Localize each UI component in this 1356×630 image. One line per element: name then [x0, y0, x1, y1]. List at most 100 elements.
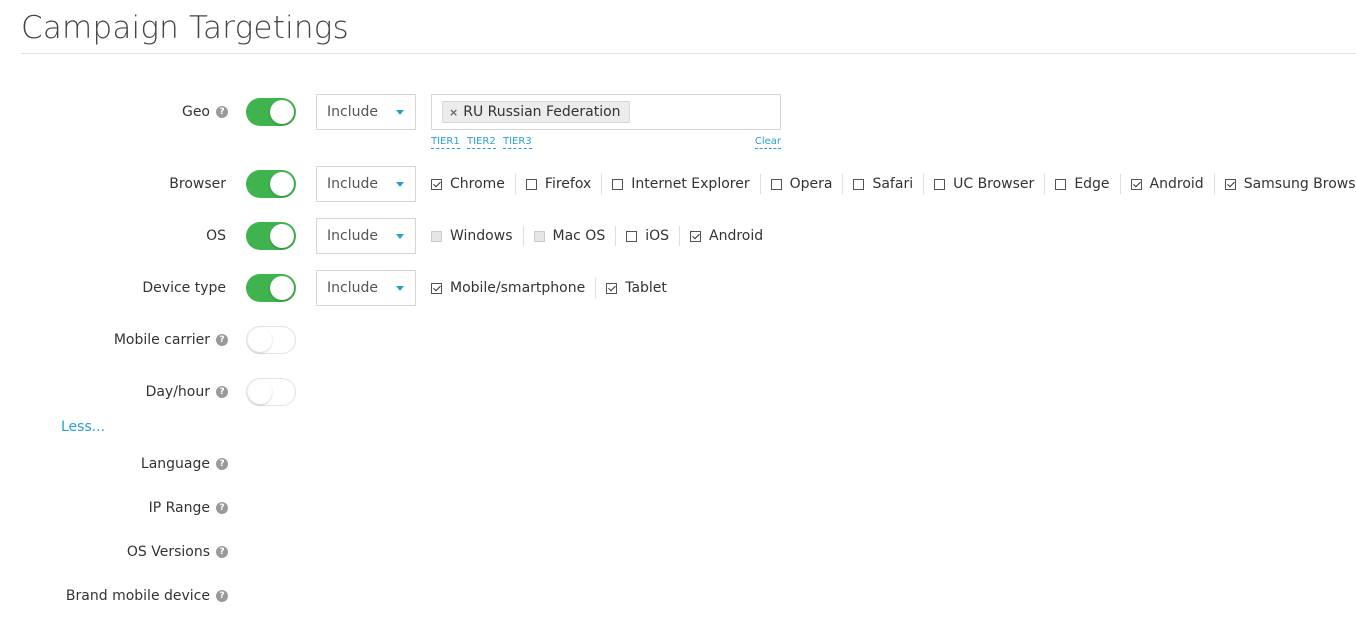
question-circle-icon[interactable]: ? — [216, 386, 228, 398]
checkbox[interactable] — [431, 230, 442, 242]
title-divider — [21, 53, 1356, 54]
geo-tag-input[interactable]: × RU Russian Federation — [431, 94, 781, 130]
question-circle-icon[interactable]: ? — [216, 106, 228, 118]
question-circle-icon[interactable]: ? — [216, 546, 228, 558]
option-label: Safari — [872, 176, 914, 192]
tier3-link[interactable]: TIER3 — [503, 136, 532, 149]
day-hour-row: Day/hour ? — [0, 374, 1356, 410]
checkbox[interactable] — [1224, 178, 1236, 190]
geo-label: Geo ? — [182, 94, 228, 130]
os-label-text: OS — [206, 228, 226, 244]
caret-down-icon — [396, 182, 404, 187]
campaign-targetings-page: Campaign Targetings Geo ? Include × RU R… — [0, 0, 1356, 630]
toggle-knob — [248, 328, 272, 352]
browser-label-text: Browser — [169, 176, 226, 192]
day-hour-label-text: Day/hour — [145, 384, 210, 400]
device-option-mobile-smartphone[interactable]: Mobile/smartphone — [431, 278, 595, 298]
question-circle-icon[interactable]: ? — [216, 458, 228, 470]
checkbox[interactable] — [934, 178, 946, 190]
geo-mode-value: Include — [327, 104, 378, 120]
geo-label-text: Geo — [181, 104, 210, 120]
os-options: Windows Mac OS iOS Android — [431, 218, 773, 254]
browser-option-safari[interactable]: Safari — [842, 174, 923, 194]
os-mode-value: Include — [327, 228, 378, 244]
os-row: OS Include Windows Mac OS iOS Android — [0, 218, 1356, 254]
checkbox[interactable] — [431, 178, 442, 190]
checkbox[interactable] — [612, 178, 624, 190]
language-row: Language ? — [0, 446, 1356, 482]
browser-option-samsung-browser[interactable]: Samsung Browser — [1213, 174, 1356, 194]
os-option-ios[interactable]: iOS — [615, 226, 679, 246]
geo-quick-links: TIER1 TIER2 TIER3 Clear — [431, 136, 781, 150]
option-label: Internet Explorer — [631, 176, 750, 192]
browser-option-internet-explorer[interactable]: Internet Explorer — [601, 174, 759, 194]
os-option-android[interactable]: Android — [679, 226, 773, 246]
clear-link[interactable]: Clear — [754, 136, 781, 149]
remove-tag-icon[interactable]: × — [449, 106, 458, 119]
option-label: UC Browser — [953, 176, 1035, 192]
device-type-mode-value: Include — [327, 280, 378, 296]
checkbox[interactable] — [690, 230, 702, 242]
day-hour-toggle[interactable] — [246, 378, 296, 406]
option-label: Android — [1149, 176, 1204, 192]
device-type-mode-select[interactable]: Include — [316, 270, 416, 306]
option-label: Mobile/smartphone — [450, 280, 586, 296]
browser-option-chrome[interactable]: Chrome — [431, 174, 515, 194]
browser-option-android[interactable]: Android — [1119, 174, 1214, 194]
browser-row: Browser Include Chrome Firefox Internet … — [0, 166, 1356, 202]
language-label: Language ? — [141, 446, 228, 482]
device-type-label: Device type — [142, 270, 226, 306]
geo-toggle[interactable] — [246, 98, 296, 126]
browser-option-firefox[interactable]: Firefox — [514, 174, 601, 194]
geo-mode-select[interactable]: Include — [316, 94, 416, 130]
brand-mobile-device-label-text: Brand mobile device — [65, 588, 210, 604]
checkbox[interactable] — [1130, 178, 1142, 190]
os-versions-label-text: OS Versions — [126, 544, 210, 560]
browser-option-opera[interactable]: Opera — [759, 174, 843, 194]
browser-mode-select[interactable]: Include — [316, 166, 416, 202]
os-versions-label: OS Versions ? — [127, 534, 228, 570]
toggle-knob — [270, 100, 294, 124]
os-mode-select[interactable]: Include — [316, 218, 416, 254]
mobile-carrier-toggle[interactable] — [246, 326, 296, 354]
browser-option-edge[interactable]: Edge — [1044, 174, 1119, 194]
device-type-options: Mobile/smartphone Tablet — [431, 270, 677, 306]
checkbox[interactable] — [626, 230, 638, 242]
checkbox[interactable] — [853, 178, 865, 190]
browser-option-uc-browser[interactable]: UC Browser — [923, 174, 1044, 194]
browser-mode-value: Include — [327, 176, 378, 192]
device-type-row: Device type Include Mobile/smartphone Ta… — [0, 270, 1356, 306]
checkbox[interactable] — [770, 178, 782, 190]
checkbox[interactable] — [431, 282, 442, 294]
question-circle-icon[interactable]: ? — [216, 334, 228, 346]
day-hour-label: Day/hour ? — [146, 374, 228, 410]
tier1-link[interactable]: TIER1 — [431, 136, 460, 149]
option-label: Samsung Browser — [1243, 176, 1356, 192]
question-circle-icon[interactable]: ? — [216, 502, 228, 514]
tier2-link[interactable]: TIER2 — [467, 136, 496, 149]
device-type-label-text: Device type — [142, 280, 226, 296]
os-option-mac-os[interactable]: Mac OS — [522, 226, 616, 246]
checkbox[interactable] — [525, 178, 537, 190]
checkbox[interactable] — [533, 230, 545, 242]
option-label: Opera — [789, 176, 833, 192]
os-toggle[interactable] — [246, 222, 296, 250]
os-option-windows[interactable]: Windows — [431, 226, 523, 246]
less-link[interactable]: Less... — [61, 419, 105, 435]
language-label-text: Language — [140, 456, 210, 472]
mobile-carrier-row: Mobile carrier ? — [0, 322, 1356, 358]
browser-label: Browser — [169, 166, 226, 202]
mobile-carrier-label-text: Mobile carrier — [113, 332, 210, 348]
brand-mobile-device-row: Brand mobile device ? — [0, 578, 1356, 614]
mobile-carrier-label: Mobile carrier ? — [114, 322, 228, 358]
device-type-toggle[interactable] — [246, 274, 296, 302]
question-circle-icon[interactable]: ? — [216, 590, 228, 602]
caret-down-icon — [396, 286, 404, 291]
toggle-knob — [270, 224, 294, 248]
os-label: OS — [206, 218, 226, 254]
browser-toggle[interactable] — [246, 170, 296, 198]
option-label: Firefox — [544, 176, 592, 192]
checkbox[interactable] — [1055, 178, 1067, 190]
device-option-tablet[interactable]: Tablet — [595, 278, 677, 298]
checkbox[interactable] — [606, 282, 618, 294]
